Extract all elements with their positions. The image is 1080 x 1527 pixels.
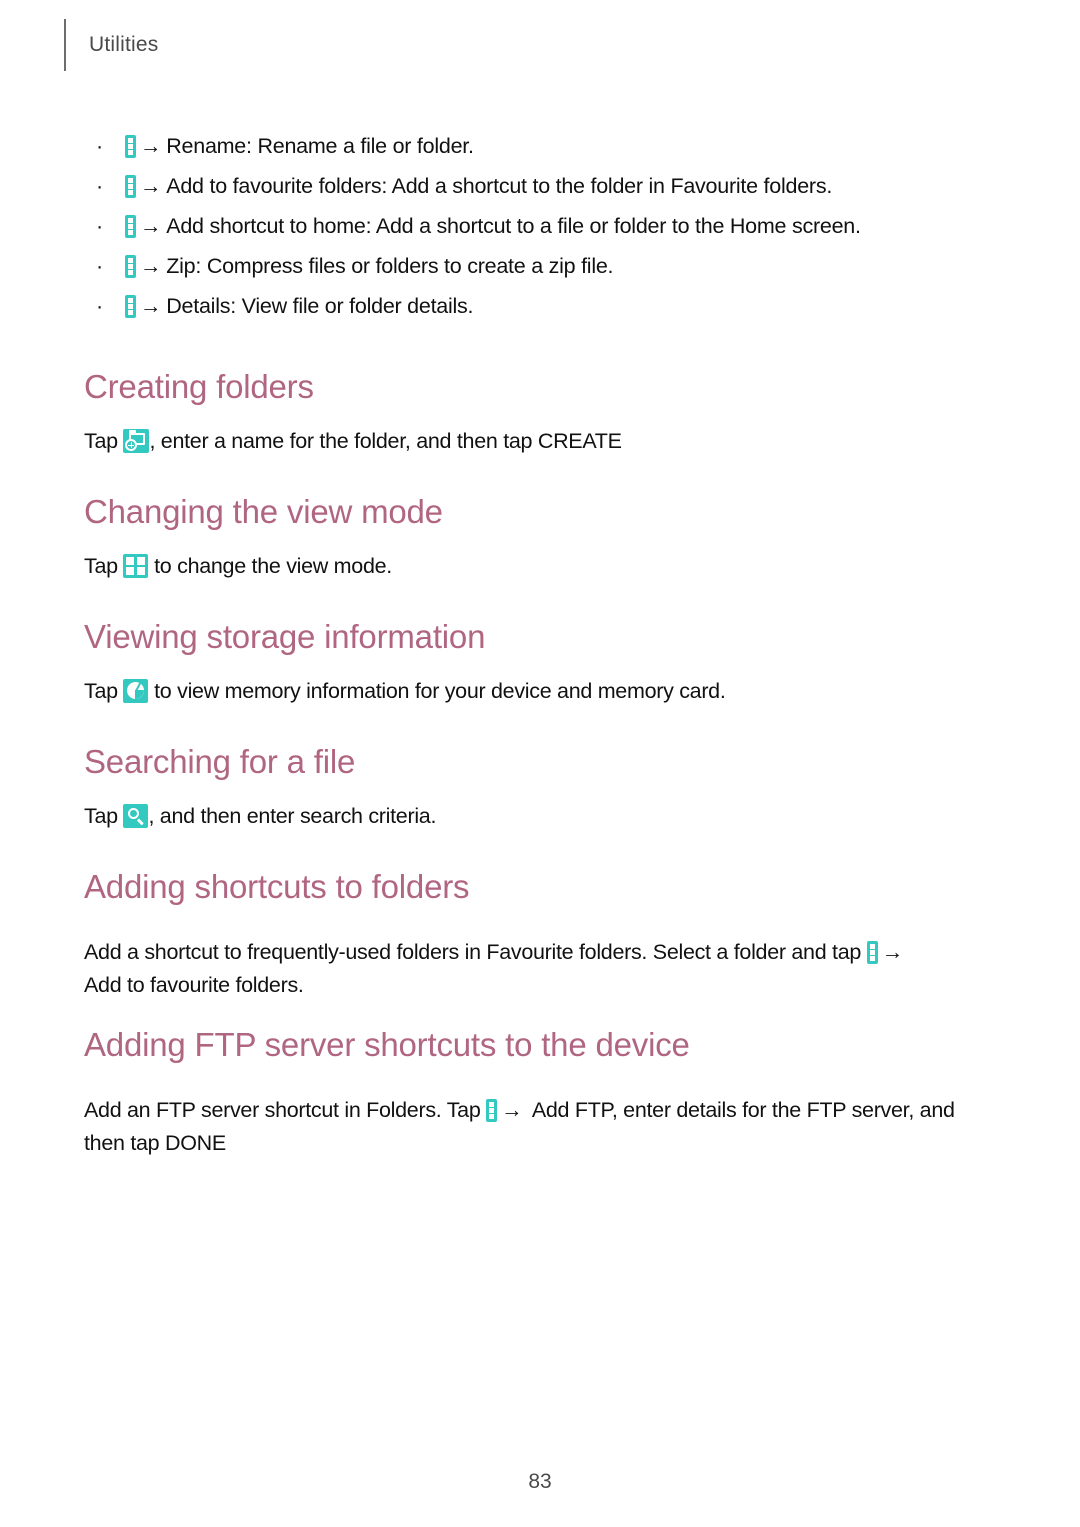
more-options-icon	[125, 135, 136, 158]
body-text-after-icon: , enter a name for the folder, and then …	[149, 429, 622, 453]
more-options-icon	[125, 215, 136, 238]
section-adding-ftp-server-shortcuts-to-the-device: Adding FTP server shortcuts to the devic…	[84, 1026, 996, 1160]
section-body: Add an FTP server shortcut in Folders. T…	[84, 1094, 996, 1160]
running-head-label: Utilities	[89, 33, 159, 56]
body-text-before-icon: Tap	[84, 679, 124, 703]
new-folder-icon	[123, 429, 150, 453]
body-text-before-icon: Tap	[84, 429, 124, 453]
body-text-line-2: then tap DONE	[84, 1131, 226, 1155]
more-options-icon	[866, 941, 878, 964]
page-number: 83	[528, 1470, 552, 1493]
body-text-line-2: Add to favourite folders.	[84, 973, 304, 997]
body-text-before-icon: Add a shortcut to frequently-used folder…	[84, 940, 867, 964]
list-item-label: Rename: Rename a file or folder.	[166, 134, 474, 158]
list-item-body: → Zip: Compress files or folders to creat…	[125, 246, 614, 286]
arrow-glyph: →	[881, 940, 904, 964]
section-body: Add a shortcut to frequently-used folder…	[84, 936, 996, 1002]
section-heading: Searching for a file	[84, 743, 356, 780]
section-heading: Adding FTP server shortcuts to the devic…	[84, 1026, 690, 1063]
section-heading: Viewing storage information	[84, 618, 486, 655]
list-item-label: Add shortcut to home: Add a shortcut to …	[166, 214, 861, 238]
list-item: · → Zip: Compress files or folders to cre…	[84, 246, 996, 286]
list-item-body: → Add shortcut to home: Add a shortcut to…	[125, 206, 861, 246]
list-item-body: → Rename: Rename a file or folder.	[125, 126, 474, 166]
section-heading: Changing the view mode	[84, 493, 443, 530]
list-item: · → Add shortcut to home: Add a shortcut …	[84, 206, 996, 246]
storage-pie-icon	[123, 679, 149, 703]
arrow-glyph: →	[140, 214, 162, 238]
section-body: Tap , and then enter search criteria.	[84, 800, 996, 833]
search-icon	[123, 804, 149, 828]
list-item: · → Details: View file or folder details.	[84, 286, 996, 326]
options-bullet-list: · → Rename: Rename a file or folder. · → A…	[84, 126, 996, 326]
section-body: Tap , enter a name for the folder, and t…	[84, 425, 996, 458]
body-text-after-icon: , and then enter search criteria.	[148, 804, 437, 828]
list-item: · → Rename: Rename a file or folder.	[84, 126, 996, 166]
list-item-label: Zip: Compress files or folders to create…	[166, 254, 614, 278]
body-text-after-icon: Add FTP, enter details for the FTP serve…	[527, 1098, 955, 1122]
arrow-glyph: →	[140, 134, 162, 158]
body-text-after-icon: to view memory information for your devi…	[148, 679, 726, 703]
list-item-body: → Add to favourite folders: Add a shortcu…	[125, 166, 832, 206]
arrow-glyph: →	[140, 294, 162, 318]
section-heading: Adding shortcuts to folders	[84, 868, 470, 905]
section-creating-folders: Creating folders Tap , enter a name for …	[84, 368, 996, 458]
section-body: Tap to view memory information for your …	[84, 675, 996, 708]
page-content: · → Rename: Rename a file or folder. · → A…	[84, 126, 996, 1155]
grid-view-icon	[123, 554, 149, 578]
running-head-rule	[64, 19, 66, 71]
arrow-glyph: →	[140, 174, 162, 198]
bullet-dot: ·	[96, 134, 103, 158]
body-text-before-icon: Tap	[84, 804, 124, 828]
list-item-body: → Details: View file or folder details.	[125, 286, 474, 326]
body-text-after-icon: to change the view mode.	[148, 554, 392, 578]
section-viewing-storage-information: Viewing storage information Tap to view …	[84, 618, 996, 708]
list-item-label: Details: View file or folder details.	[166, 294, 474, 318]
body-text-before-icon: Add an FTP server shortcut in Folders. T…	[84, 1098, 487, 1122]
arrow-glyph: →	[140, 254, 162, 278]
section-heading: Creating folders	[84, 368, 314, 405]
more-options-icon	[125, 255, 136, 278]
bullet-dot: ·	[96, 174, 103, 198]
section-searching-for-a-file: Searching for a file Tap , and then ente…	[84, 743, 996, 833]
list-item: · → Add to favourite folders: Add a short…	[84, 166, 996, 206]
more-options-icon	[125, 295, 136, 318]
section-body: Tap to change the view mode.	[84, 550, 996, 583]
running-head: Utilities	[64, 18, 158, 72]
bullet-dot: ·	[96, 254, 103, 278]
body-text-before-icon: Tap	[84, 554, 124, 578]
bullet-dot: ·	[96, 214, 103, 238]
more-options-icon	[486, 1099, 498, 1122]
more-options-icon	[125, 175, 136, 198]
list-item-label: Add to favourite folders: Add a shortcut…	[166, 174, 833, 198]
arrow-glyph: →	[501, 1098, 523, 1122]
bullet-dot: ·	[96, 294, 103, 318]
section-adding-shortcuts-to-folders: Adding shortcuts to folders Add a shortc…	[84, 868, 996, 1002]
section-changing-the-view-mode: Changing the view mode Tap to change the…	[84, 493, 996, 583]
